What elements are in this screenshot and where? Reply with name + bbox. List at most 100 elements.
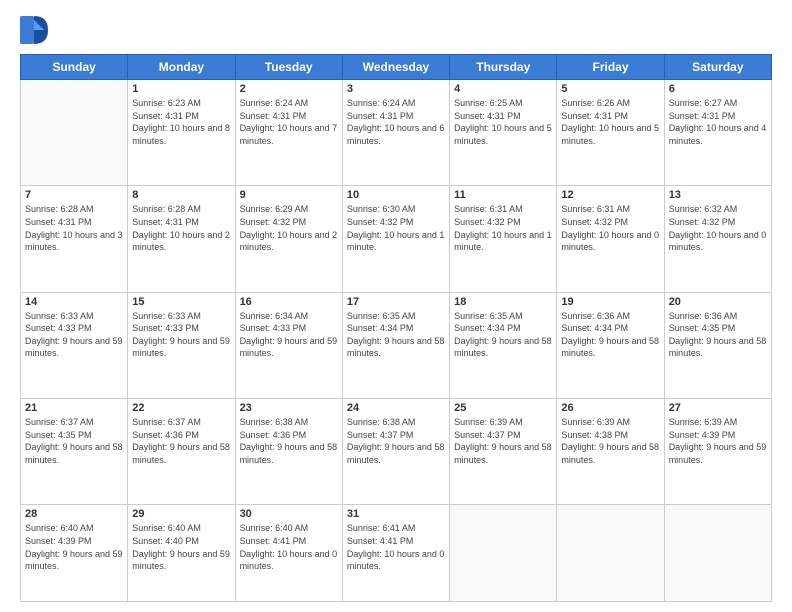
day-info: Sunrise: 6:36 AMSunset: 4:35 PMDaylight:… (669, 310, 767, 360)
calendar-cell: 20Sunrise: 6:36 AMSunset: 4:35 PMDayligh… (664, 292, 771, 398)
day-number: 31 (347, 508, 445, 520)
day-number: 23 (240, 402, 338, 414)
day-info: Sunrise: 6:38 AMSunset: 4:36 PMDaylight:… (240, 416, 338, 466)
day-number: 5 (561, 83, 659, 95)
calendar-cell: 11 Sunrise: 6:31 AMSunset: 4:32 PMDayligh… (450, 186, 557, 292)
day-number: 24 (347, 402, 445, 414)
day-info: Sunrise: 6:26 AMSunset: 4:31 PMDaylight:… (561, 97, 659, 147)
day-info: Sunrise: 6:40 AMSunset: 4:40 PMDaylight:… (132, 522, 230, 572)
calendar-cell: 7 Sunrise: 6:28 AMSunset: 4:31 PMDaylight… (21, 186, 128, 292)
day-number: 25 (454, 402, 552, 414)
day-number: 4 (454, 83, 552, 95)
day-number: 19 (561, 296, 659, 308)
calendar-table: SundayMondayTuesdayWednesdayThursdayFrid… (20, 54, 772, 602)
calendar-cell: 31 Sunrise: 6:41 AMSunset: 4:41 PMDayligh… (342, 505, 449, 602)
calendar-cell (21, 80, 128, 186)
day-number: 6 (669, 83, 767, 95)
header (20, 16, 772, 44)
day-info: Sunrise: 6:39 AMSunset: 4:39 PMDaylight:… (669, 416, 767, 466)
day-info: Sunrise: 6:29 AMSunset: 4:32 PMDaylight:… (240, 203, 338, 253)
calendar-cell: 19 Sunrise: 6:36 AMSunset: 4:34 PMDayligh… (557, 292, 664, 398)
calendar-cell: 8Sunrise: 6:28 AMSunset: 4:31 PMDaylight… (128, 186, 235, 292)
day-number: 3 (347, 83, 445, 95)
day-info: Sunrise: 6:35 AMSunset: 4:34 PMDaylight:… (347, 310, 445, 360)
day-info: Sunrise: 6:37 AMSunset: 4:36 PMDaylight:… (132, 416, 230, 466)
day-number: 11 (454, 189, 552, 201)
day-number: 1 (132, 83, 230, 95)
day-info: Sunrise: 6:25 AMSunset: 4:31 PMDaylight:… (454, 97, 552, 147)
calendar-cell: 14 Sunrise: 6:33 AMSunset: 4:33 PMDayligh… (21, 292, 128, 398)
calendar-cell: 21 Sunrise: 6:37 AMSunset: 4:35 PMDayligh… (21, 398, 128, 504)
day-number: 14 (25, 296, 123, 308)
day-info: Sunrise: 6:28 AMSunset: 4:31 PMDaylight:… (132, 203, 230, 253)
day-number: 10 (347, 189, 445, 201)
day-number: 7 (25, 189, 123, 201)
col-header-sunday: Sunday (21, 55, 128, 80)
day-info: Sunrise: 6:33 AMSunset: 4:33 PMDaylight:… (132, 310, 230, 360)
col-header-monday: Monday (128, 55, 235, 80)
calendar-cell (450, 505, 557, 602)
day-info: Sunrise: 6:40 AMSunset: 4:41 PMDaylight:… (240, 522, 338, 572)
day-number: 2 (240, 83, 338, 95)
calendar-cell: 18 Sunrise: 6:35 AMSunset: 4:34 PMDayligh… (450, 292, 557, 398)
day-number: 27 (669, 402, 767, 414)
calendar-cell: 10 Sunrise: 6:30 AMSunset: 4:32 PMDayligh… (342, 186, 449, 292)
day-info: Sunrise: 6:30 AMSunset: 4:32 PMDaylight:… (347, 203, 445, 253)
day-number: 22 (132, 402, 230, 414)
calendar-cell: 9 Sunrise: 6:29 AMSunset: 4:32 PMDaylight… (235, 186, 342, 292)
day-info: Sunrise: 6:27 AMSunset: 4:31 PMDaylight:… (669, 97, 767, 147)
col-header-wednesday: Wednesday (342, 55, 449, 80)
day-info: Sunrise: 6:39 AMSunset: 4:38 PMDaylight:… (561, 416, 659, 466)
day-number: 18 (454, 296, 552, 308)
calendar-cell: 28 Sunrise: 6:40 AMSunset: 4:39 PMDayligh… (21, 505, 128, 602)
day-info: Sunrise: 6:36 AMSunset: 4:34 PMDaylight:… (561, 310, 659, 360)
day-number: 21 (25, 402, 123, 414)
col-header-thursday: Thursday (450, 55, 557, 80)
day-info: Sunrise: 6:31 AMSunset: 4:32 PMDaylight:… (561, 203, 659, 253)
day-info: Sunrise: 6:35 AMSunset: 4:34 PMDaylight:… (454, 310, 552, 360)
logo (20, 16, 52, 44)
calendar-cell: 6 Sunrise: 6:27 AMSunset: 4:31 PMDaylight… (664, 80, 771, 186)
day-number: 26 (561, 402, 659, 414)
day-number: 16 (240, 296, 338, 308)
day-info: Sunrise: 6:24 AMSunset: 4:31 PMDaylight:… (240, 97, 338, 147)
day-info: Sunrise: 6:31 AMSunset: 4:32 PMDaylight:… (454, 203, 552, 253)
day-info: Sunrise: 6:34 AMSunset: 4:33 PMDaylight:… (240, 310, 338, 360)
col-header-friday: Friday (557, 55, 664, 80)
day-number: 17 (347, 296, 445, 308)
day-info: Sunrise: 6:28 AMSunset: 4:31 PMDaylight:… (25, 203, 123, 253)
day-info: Sunrise: 6:23 AMSunset: 4:31 PMDaylight:… (132, 97, 230, 147)
day-info: Sunrise: 6:32 AMSunset: 4:32 PMDaylight:… (669, 203, 767, 253)
day-number: 28 (25, 508, 123, 520)
calendar-cell: 30 Sunrise: 6:40 AMSunset: 4:41 PMDayligh… (235, 505, 342, 602)
calendar-cell: 27 Sunrise: 6:39 AMSunset: 4:39 PMDayligh… (664, 398, 771, 504)
calendar-cell: 22 Sunrise: 6:37 AMSunset: 4:36 PMDayligh… (128, 398, 235, 504)
day-info: Sunrise: 6:37 AMSunset: 4:35 PMDaylight:… (25, 416, 123, 466)
calendar-cell: 4 Sunrise: 6:25 AMSunset: 4:31 PMDaylight… (450, 80, 557, 186)
day-info: Sunrise: 6:33 AMSunset: 4:33 PMDaylight:… (25, 310, 123, 360)
page: SundayMondayTuesdayWednesdayThursdayFrid… (0, 0, 792, 612)
day-info: Sunrise: 6:24 AMSunset: 4:31 PMDaylight:… (347, 97, 445, 147)
calendar-cell: 15 Sunrise: 6:33 AMSunset: 4:33 PMDayligh… (128, 292, 235, 398)
calendar-cell: 5 Sunrise: 6:26 AMSunset: 4:31 PMDaylight… (557, 80, 664, 186)
calendar-cell: 12 Sunrise: 6:31 AMSunset: 4:32 PMDayligh… (557, 186, 664, 292)
day-number: 9 (240, 189, 338, 201)
calendar-cell: 2 Sunrise: 6:24 AMSunset: 4:31 PMDaylight… (235, 80, 342, 186)
calendar-cell: 23 Sunrise: 6:38 AMSunset: 4:36 PMDayligh… (235, 398, 342, 504)
logo-icon (20, 16, 48, 44)
day-number: 30 (240, 508, 338, 520)
calendar-cell: 17 Sunrise: 6:35 AMSunset: 4:34 PMDayligh… (342, 292, 449, 398)
day-info: Sunrise: 6:41 AMSunset: 4:41 PMDaylight:… (347, 522, 445, 572)
calendar-cell: 13Sunrise: 6:32 AMSunset: 4:32 PMDayligh… (664, 186, 771, 292)
calendar-cell: 26 Sunrise: 6:39 AMSunset: 4:38 PMDayligh… (557, 398, 664, 504)
calendar-cell: 25 Sunrise: 6:39 AMSunset: 4:37 PMDayligh… (450, 398, 557, 504)
day-info: Sunrise: 6:39 AMSunset: 4:37 PMDaylight:… (454, 416, 552, 466)
calendar-cell: 29 Sunrise: 6:40 AMSunset: 4:40 PMDayligh… (128, 505, 235, 602)
day-info: Sunrise: 6:40 AMSunset: 4:39 PMDaylight:… (25, 522, 123, 572)
calendar-cell: 24Sunrise: 6:38 AMSunset: 4:37 PMDayligh… (342, 398, 449, 504)
col-header-tuesday: Tuesday (235, 55, 342, 80)
day-number: 15 (132, 296, 230, 308)
day-number: 29 (132, 508, 230, 520)
day-number: 12 (561, 189, 659, 201)
calendar-cell: 1 Sunrise: 6:23 AMSunset: 4:31 PMDaylight… (128, 80, 235, 186)
